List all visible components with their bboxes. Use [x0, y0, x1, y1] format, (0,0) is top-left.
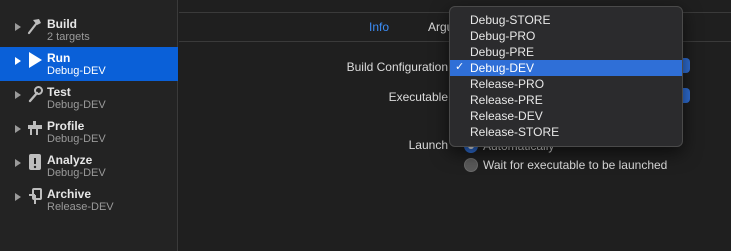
sidebar-item-subtitle: Debug-DEV — [47, 99, 106, 111]
checkmark-icon: ✓ — [455, 61, 465, 73]
sidebar-item-archive[interactable]: Archive Release-DEV — [0, 183, 178, 217]
menu-item-debug-pro[interactable]: Debug-PRO — [450, 28, 682, 44]
sidebar-item-subtitle: Debug-DEV — [47, 65, 106, 77]
launch-label: Launch — [408, 138, 448, 152]
launch-wait-radio[interactable] — [464, 158, 478, 172]
menu-item-label: Debug-PRE — [470, 45, 535, 59]
menu-item-debug-dev[interactable]: ✓ Debug-DEV — [450, 60, 682, 76]
build-configuration-label: Build Configuration — [346, 60, 448, 74]
hammer-icon — [27, 16, 43, 36]
disclosure-triangle-icon[interactable] — [15, 193, 21, 201]
sidebar-item-title: Profile — [47, 119, 85, 133]
disclosure-triangle-icon[interactable] — [15, 159, 21, 167]
menu-item-release-dev[interactable]: Release-DEV — [450, 108, 682, 124]
executable-popup-arrow[interactable] — [682, 88, 690, 103]
sidebar-item-analyze[interactable]: Analyze Debug-DEV — [0, 149, 178, 183]
sidebar-item-subtitle: Debug-DEV — [47, 167, 106, 179]
menu-item-label: Release-PRO — [470, 77, 545, 91]
menu-item-debug-store[interactable]: Debug-STORE — [450, 12, 682, 28]
sidebar-item-title: Analyze — [47, 153, 93, 167]
sidebar-item-title: Run — [47, 51, 71, 65]
menu-item-label: Debug-PRO — [470, 29, 536, 43]
sidebar-item-build[interactable]: Build 2 targets — [0, 13, 178, 47]
sidebar-item-subtitle: 2 targets — [47, 31, 90, 43]
sidebar-item-title: Archive — [47, 187, 92, 201]
sidebar-item-profile[interactable]: Profile Debug-DEV — [0, 115, 178, 149]
tab-info[interactable]: Info — [369, 20, 389, 34]
sidebar-item-title: Test — [47, 85, 71, 99]
menu-item-label: Release-DEV — [470, 109, 543, 123]
disclosure-triangle-icon[interactable] — [15, 125, 21, 133]
menu-item-release-store[interactable]: Release-STORE — [450, 124, 682, 140]
archive-icon — [27, 186, 43, 206]
play-icon — [27, 50, 43, 70]
disclosure-triangle-icon[interactable] — [15, 91, 21, 99]
disclosure-triangle-icon[interactable] — [15, 23, 21, 31]
menu-item-release-pro[interactable]: Release-PRO — [450, 76, 682, 92]
build-configuration-menu: Debug-STORE Debug-PRO Debug-PRE ✓ Debug-… — [449, 6, 683, 147]
sidebar-item-run[interactable]: Run Debug-DEV — [0, 47, 178, 81]
menu-item-label: Release-PRE — [470, 93, 543, 107]
menu-item-label: Release-STORE — [470, 125, 560, 139]
wrench-icon — [27, 84, 43, 104]
menu-item-release-pre[interactable]: Release-PRE — [450, 92, 682, 108]
sidebar-item-test[interactable]: Test Debug-DEV — [0, 81, 178, 115]
executable-label: Executable — [388, 90, 448, 104]
build-configuration-popup-arrow[interactable] — [682, 58, 690, 73]
menu-item-debug-pre[interactable]: Debug-PRE — [450, 44, 682, 60]
disclosure-triangle-icon[interactable] — [15, 57, 21, 65]
sidebar-item-subtitle: Release-DEV — [47, 201, 114, 213]
analyze-icon — [27, 152, 43, 172]
menu-item-label: Debug-STORE — [470, 13, 551, 27]
launch-wait-label[interactable]: Wait for executable to be launched — [483, 158, 667, 172]
sidebar-item-subtitle: Debug-DEV — [47, 133, 106, 145]
instruments-icon — [27, 118, 43, 138]
menu-item-label: Debug-DEV — [470, 61, 535, 75]
sidebar-item-title: Build — [47, 17, 77, 31]
scheme-action-sidebar: Build 2 targets Run Debug-DEV Test Debug… — [0, 0, 178, 251]
